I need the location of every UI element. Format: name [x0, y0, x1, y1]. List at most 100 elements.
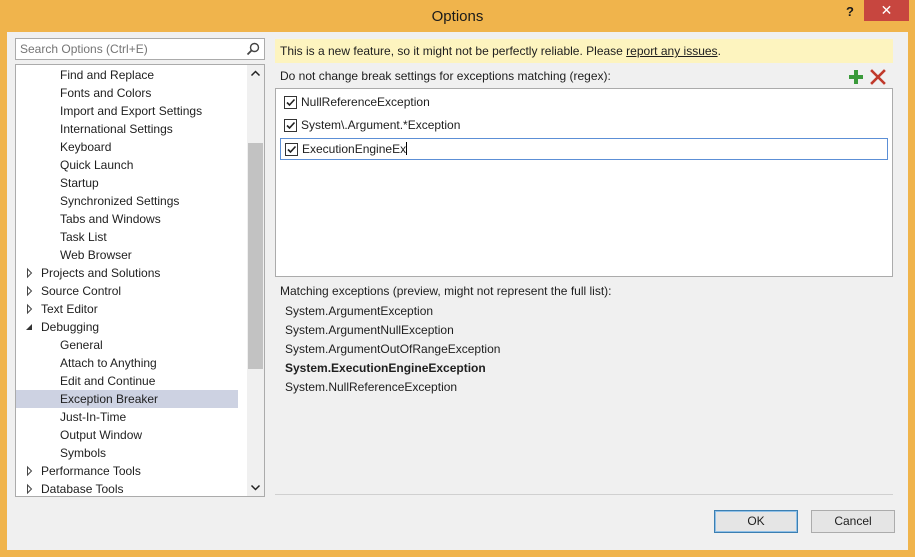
tree-item-label: Output Window	[60, 428, 143, 442]
expanded-arrow-icon[interactable]	[25, 318, 35, 336]
tree-item-label: Startup	[60, 176, 99, 190]
pattern-text: NullReferenceException	[301, 95, 430, 109]
tree-item-label: Quick Launch	[60, 158, 134, 172]
tree-item-label: Tabs and Windows	[60, 212, 161, 226]
banner-text: This is a new feature, so it might not b…	[280, 44, 627, 58]
tree-item-label: Find and Replace	[60, 68, 155, 82]
pattern-edit-field[interactable]: ExecutionEngineEx	[302, 142, 408, 156]
collapsed-arrow-icon[interactable]	[25, 264, 35, 282]
tree-item-label: Keyboard	[60, 140, 112, 154]
tree-item[interactable]: Find and Replace	[16, 66, 238, 84]
collapsed-arrow-icon[interactable]	[25, 282, 35, 300]
ok-button[interactable]: OK	[714, 510, 798, 533]
cancel-button[interactable]: Cancel	[811, 510, 895, 533]
title-bar[interactable]: Options ? ✕	[0, 0, 915, 32]
tree-item-label: General	[60, 338, 103, 352]
info-banner: This is a new feature, so it might not b…	[275, 39, 893, 63]
banner-suffix: .	[717, 44, 721, 58]
search-box	[15, 38, 265, 60]
tree-item-label: Synchronized Settings	[60, 194, 180, 208]
collapsed-arrow-icon[interactable]	[25, 480, 35, 496]
tree-item-label: Just-In-Time	[60, 410, 127, 424]
tree-item[interactable]: Database Tools	[16, 480, 238, 496]
window-title: Options	[431, 8, 484, 25]
close-icon: ✕	[880, 2, 893, 18]
pattern-checkbox[interactable]	[284, 119, 297, 132]
checkmark-icon	[286, 98, 296, 107]
tree-item[interactable]: Debugging	[16, 318, 238, 336]
report-issues-link[interactable]: report any issues	[626, 44, 717, 58]
tree-item[interactable]: Source Control	[16, 282, 238, 300]
matching-exception-item: System.ArgumentException	[285, 304, 434, 318]
checkmark-icon	[287, 145, 297, 154]
tree-item[interactable]: International Settings	[16, 120, 238, 138]
tree-item[interactable]: Import and Export Settings	[16, 102, 238, 120]
tree-item-label: Debugging	[41, 320, 100, 334]
options-tree[interactable]: Database Tools Performance Tools Symbols Ou…	[15, 64, 265, 497]
tree-item-label: Web Browser	[60, 248, 132, 262]
plus-icon[interactable]	[848, 69, 864, 85]
tree-item[interactable]: Task List	[16, 228, 238, 246]
pattern-row[interactable]: NullReferenceException	[280, 92, 888, 114]
tree-item-label: Attach to Anything	[60, 356, 157, 370]
close-button[interactable]: ✕	[864, 0, 909, 21]
tree-item-label: Source Control	[41, 284, 122, 298]
tree-item[interactable]: Text Editor	[16, 300, 238, 318]
tree-item[interactable]: Output Window	[16, 426, 238, 444]
x-icon[interactable]	[870, 69, 886, 85]
options-dialog: Options ? ✕ Database Tools Performance To…	[0, 0, 915, 557]
window-frame-left	[0, 32, 7, 557]
tree-item-label: Performance Tools	[41, 464, 141, 478]
tree-item-label: Import and Export Settings	[60, 104, 203, 118]
tree-item[interactable]: Performance Tools	[16, 462, 238, 480]
matching-exception-item: System.ExecutionEngineException	[285, 361, 486, 375]
tree-scrollbar[interactable]	[247, 65, 264, 496]
tree-item[interactable]: Attach to Anything	[16, 354, 238, 372]
divider	[275, 494, 893, 495]
tree-item-label: Database Tools	[41, 482, 124, 496]
pattern-row[interactable]: ExecutionEngineEx	[280, 138, 888, 160]
pattern-list[interactable]: NullReferenceException System\.Argument.*…	[275, 88, 893, 277]
text-cursor	[406, 142, 408, 155]
window-frame-bottom	[0, 550, 915, 557]
tree-item[interactable]: Fonts and Colors	[16, 84, 238, 102]
checkmark-icon	[286, 121, 296, 130]
pattern-text: System\.Argument.*Exception	[301, 118, 461, 132]
tree-item[interactable]: Startup	[16, 174, 238, 192]
collapsed-arrow-icon[interactable]	[25, 462, 35, 480]
tree-item-label: Edit and Continue	[60, 374, 156, 388]
patterns-label: Do not change break settings for excepti…	[280, 69, 611, 83]
scroll-thumb[interactable]	[248, 143, 263, 369]
tree-item-label: Fonts and Colors	[60, 86, 152, 100]
tree-item[interactable]: Synchronized Settings	[16, 192, 238, 210]
scroll-up-arrow-icon[interactable]	[247, 65, 264, 82]
tree-item[interactable]: Tabs and Windows	[16, 210, 238, 228]
tree-item[interactable]: Projects and Solutions	[16, 264, 238, 282]
tree-item[interactable]: Edit and Continue	[16, 372, 238, 390]
matching-label: Matching exceptions (preview, might not …	[280, 284, 612, 298]
search-input[interactable]	[16, 39, 231, 59]
tree-item-label: Task List	[60, 230, 107, 244]
help-button[interactable]: ?	[838, 2, 862, 22]
pattern-checkbox[interactable]	[284, 96, 297, 109]
tree-item[interactable]: Exception Breaker	[16, 390, 238, 408]
pattern-row[interactable]: System\.Argument.*Exception	[280, 115, 888, 137]
tree-item[interactable]: Web Browser	[16, 246, 238, 264]
tree-item[interactable]: Quick Launch	[16, 156, 238, 174]
search-icon[interactable]	[246, 42, 260, 56]
collapsed-arrow-icon[interactable]	[25, 300, 35, 318]
matching-exception-item: System.ArgumentNullException	[285, 323, 454, 337]
dialog-client: Database Tools Performance Tools Symbols Ou…	[7, 32, 908, 550]
scroll-down-arrow-icon[interactable]	[247, 479, 264, 496]
tree-item[interactable]: Keyboard	[16, 138, 238, 156]
tree-item-label: Exception Breaker	[60, 392, 159, 406]
tree-item[interactable]: Just-In-Time	[16, 408, 238, 426]
tree-item-label: Projects and Solutions	[41, 266, 161, 280]
matching-exception-item: System.ArgumentOutOfRangeException	[285, 342, 501, 356]
pattern-checkbox[interactable]	[285, 143, 298, 156]
matching-exception-item: System.NullReferenceException	[285, 380, 458, 394]
tree-item-label: International Settings	[60, 122, 173, 136]
tree-item[interactable]: General	[16, 336, 238, 354]
tree-item[interactable]: Symbols	[16, 444, 238, 462]
tree-item-label: Text Editor	[41, 302, 98, 316]
